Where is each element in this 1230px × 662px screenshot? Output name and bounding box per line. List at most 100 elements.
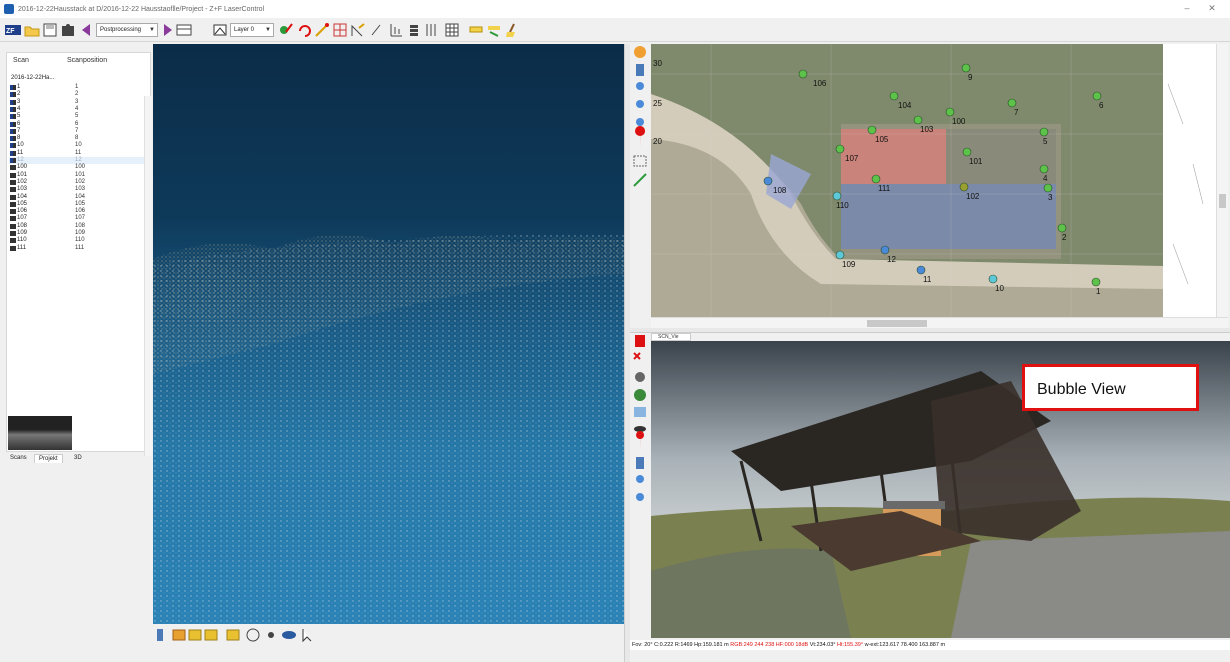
scan-position-marker[interactable] xyxy=(835,144,845,154)
cursor-icon xyxy=(302,629,312,643)
scan-position-marker[interactable] xyxy=(1091,277,1101,287)
scan-row[interactable]: 111 111 xyxy=(9,245,149,252)
scan-row[interactable]: 11 11 xyxy=(9,150,149,157)
grid-icon[interactable] xyxy=(332,22,348,38)
scan-position-marker[interactable] xyxy=(871,174,881,184)
scan-row[interactable]: 105 105 xyxy=(9,201,149,208)
column-header-scan[interactable]: Scan xyxy=(13,57,29,67)
map-overview-panel xyxy=(1163,44,1216,317)
save-icon[interactable] xyxy=(42,22,58,38)
close-button[interactable]: ✕ xyxy=(1205,3,1219,14)
table-view-icon[interactable] xyxy=(444,22,460,38)
tab-projekt[interactable]: Projekt xyxy=(34,454,63,463)
scan-row[interactable]: 88 xyxy=(9,135,149,142)
scan-row[interactable]: 102 102 xyxy=(9,179,149,186)
scan-row[interactable]: 100 100 xyxy=(9,164,149,171)
puzzle-icon[interactable] xyxy=(60,22,76,38)
scan-position-marker[interactable] xyxy=(961,63,971,73)
scan-row[interactable]: 107 107 xyxy=(9,215,149,222)
scan-row[interactable]: 12 12 xyxy=(9,157,149,165)
scan-position-marker[interactable] xyxy=(1039,164,1049,174)
scan-position-marker[interactable] xyxy=(763,176,773,186)
scan-position-marker[interactable] xyxy=(1092,91,1102,101)
target-icon xyxy=(10,245,16,251)
scan-position-marker[interactable] xyxy=(913,115,923,125)
scan-row[interactable]: 33 xyxy=(9,99,149,106)
scan-position-marker[interactable] xyxy=(835,250,845,260)
layer-icon[interactable] xyxy=(212,22,228,38)
back-arrow-icon[interactable] xyxy=(80,22,92,38)
scan-position-marker[interactable] xyxy=(988,274,998,284)
scan-position-marker[interactable] xyxy=(867,125,877,135)
scan-position: 102 xyxy=(75,178,86,185)
table-icon[interactable] xyxy=(176,22,192,38)
measure-tool-icon[interactable] xyxy=(486,22,502,38)
scan-position-marker[interactable] xyxy=(1057,223,1067,233)
point-cloud-view[interactable] xyxy=(153,44,624,624)
scan-position-marker[interactable] xyxy=(832,191,842,201)
scan-row[interactable]: 109 109 xyxy=(9,230,149,237)
layer-combo[interactable]: Layer 0 ▼ xyxy=(230,23,274,37)
svg-text:ZF: ZF xyxy=(6,28,15,35)
forward-arrow-icon[interactable] xyxy=(162,22,174,38)
scan-position-marker[interactable] xyxy=(1039,127,1049,137)
scan-row[interactable]: 108 108 xyxy=(9,223,149,230)
scan-position-marker[interactable] xyxy=(962,147,972,157)
line-icon[interactable] xyxy=(370,22,382,38)
main-toolbar: ZF Postprocessing ▼ Layer 0 ▼ xyxy=(0,18,1230,42)
scan-position-marker[interactable] xyxy=(945,107,955,117)
tab-scans[interactable]: Scans xyxy=(6,454,31,462)
scan-row[interactable]: 22 xyxy=(9,91,149,98)
scanner-icon xyxy=(10,92,16,98)
minimize-button[interactable]: – xyxy=(1180,3,1194,13)
processing-mode-combo[interactable]: Postprocessing ▼ xyxy=(96,23,158,37)
scan-position-marker[interactable] xyxy=(1007,98,1017,108)
scan-row[interactable]: 103 103 xyxy=(9,186,149,193)
scan-position-marker[interactable] xyxy=(1043,183,1053,193)
scan-list-scrollbar[interactable] xyxy=(144,96,152,456)
scan-row[interactable]: 66 xyxy=(9,121,149,128)
chart-icon[interactable] xyxy=(388,22,404,38)
scan-row[interactable]: 11 xyxy=(9,84,149,91)
zf-logo-icon[interactable]: ZF xyxy=(4,22,22,38)
scan-name: 12 xyxy=(17,157,24,163)
scan-row[interactable]: 104 104 xyxy=(9,194,149,201)
target-icon xyxy=(10,216,16,222)
project-group-row[interactable]: 2016-12-22Ha... xyxy=(9,75,149,82)
scan-row[interactable]: 110 110 xyxy=(9,237,149,244)
paint-icon[interactable] xyxy=(278,22,294,38)
stack-icon[interactable] xyxy=(406,22,422,38)
scan-position-marker[interactable] xyxy=(916,265,926,275)
undo-icon[interactable] xyxy=(296,22,312,38)
tab-3d[interactable]: 3D xyxy=(70,454,86,462)
column-header-scanposition[interactable]: Scanposition xyxy=(67,57,107,67)
bubble-view-tab[interactable]: SCN_Vie xyxy=(651,333,691,341)
scan-position-marker[interactable] xyxy=(880,245,890,255)
scan-position-marker[interactable] xyxy=(798,69,808,79)
highlighter-icon[interactable] xyxy=(468,22,484,38)
map-horizontal-scrollbar[interactable] xyxy=(651,317,1228,328)
measure-line-icon xyxy=(633,173,647,187)
scroll-thumb[interactable] xyxy=(1219,194,1226,208)
folder-open-icon[interactable] xyxy=(24,22,40,38)
scan-name: 10 xyxy=(17,142,24,149)
measure-icon[interactable] xyxy=(314,22,330,38)
status-ht: Ht:155.39° xyxy=(837,642,864,648)
horizontal-splitter[interactable] xyxy=(630,328,1230,333)
scan-row[interactable]: 10 10 xyxy=(9,142,149,149)
slope-icon[interactable] xyxy=(350,22,366,38)
scan-position-marker[interactable] xyxy=(889,91,899,101)
scan-name: 8 xyxy=(17,135,21,142)
scan-row[interactable]: 55 xyxy=(9,113,149,120)
scan-row[interactable]: 44 xyxy=(9,106,149,113)
grid-table-icon[interactable] xyxy=(424,22,440,38)
map-view[interactable]: 30 25 20 106 9 104 103 100 7 6 105 101 5 107 4 108 11… xyxy=(651,44,1163,317)
map-vertical-scrollbar[interactable] xyxy=(1216,44,1228,317)
scan-position-marker[interactable] xyxy=(959,182,969,192)
status-extent: w-ext:123.617 78.400 163.887 m xyxy=(864,642,946,648)
scan-row[interactable]: 101 101 xyxy=(9,172,149,179)
scan-row[interactable]: 106 106 xyxy=(9,208,149,215)
scan-row[interactable]: 77 xyxy=(9,128,149,135)
scroll-thumb[interactable] xyxy=(867,320,927,327)
broom-icon[interactable] xyxy=(504,22,520,38)
